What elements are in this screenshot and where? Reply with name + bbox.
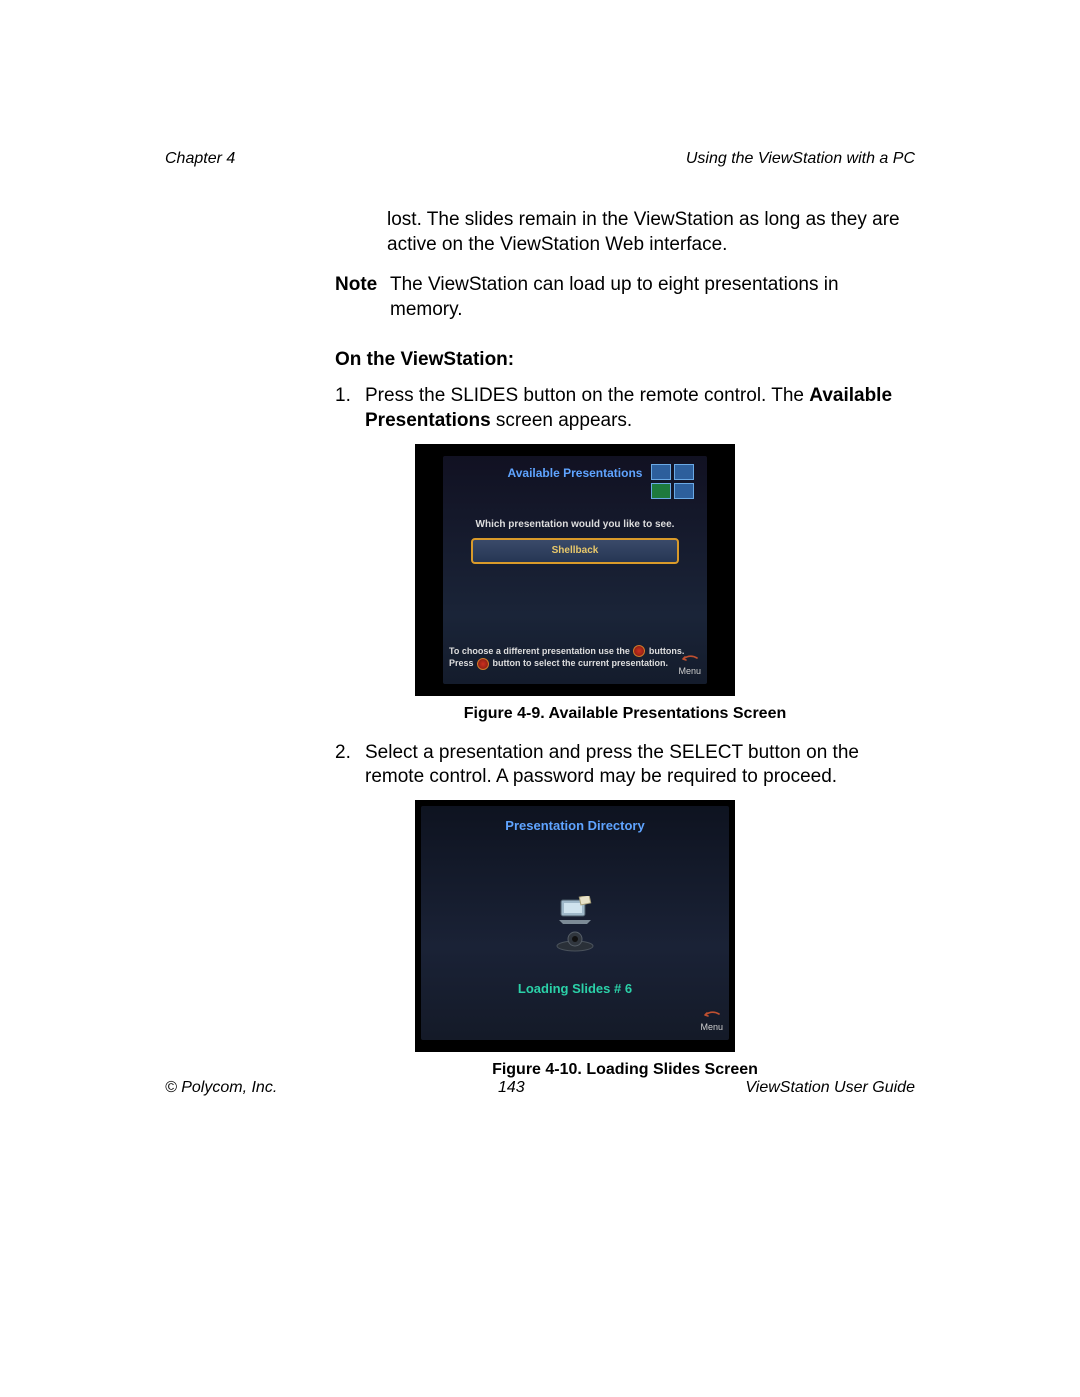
viewstation-device-icon: [554, 930, 596, 952]
thumbnail-icon: [674, 464, 694, 480]
note-label: Note: [335, 273, 390, 322]
step-1-text: Press the SLIDES button on the remote co…: [365, 384, 915, 433]
list-marker: 1.: [335, 384, 365, 433]
screen-hint: To choose a different presentation use t…: [449, 645, 701, 670]
remote-button-icon: [633, 645, 645, 657]
header-chapter: Chapter 4: [165, 150, 235, 168]
continuation-paragraph: lost. The slides remain in the ViewStati…: [387, 208, 915, 257]
screen-prompt: Which presentation would you like to see…: [443, 518, 707, 531]
back-arrow-icon: [701, 1011, 723, 1021]
loading-slides-screen: Presentation Directory: [415, 800, 735, 1052]
page-footer: © Polycom, Inc. 143 ViewStation User Gui…: [165, 1079, 915, 1097]
screen-title: Presentation Directory: [421, 806, 729, 835]
thumbnail-icon: [651, 483, 671, 499]
thumbnail-grid: [651, 464, 699, 499]
list-marker: 2.: [335, 741, 365, 790]
figure-4-9-caption: Figure 4-9. Available Presentations Scre…: [335, 704, 915, 725]
menu-indicator: Menu: [700, 1011, 723, 1034]
hint-text: Press: [449, 658, 476, 668]
header-section: Using the ViewStation with a PC: [686, 150, 915, 168]
footer-copyright: © Polycom, Inc.: [165, 1079, 277, 1097]
back-arrow-icon: [679, 655, 701, 665]
page-header: Chapter 4 Using the ViewStation with a P…: [165, 150, 915, 168]
computer-icon: [555, 896, 595, 926]
step-2-text: Select a presentation and press the SELE…: [365, 741, 915, 790]
step-1-post: screen appears.: [491, 410, 633, 431]
step-1-pre: Press the SLIDES button on the remote co…: [365, 385, 809, 406]
step-1: 1. Press the SLIDES button on the remote…: [335, 384, 915, 433]
figure-4-10-caption: Figure 4-10. Loading Slides Screen: [335, 1060, 915, 1081]
note-block: Note The ViewStation can load up to eigh…: [335, 273, 915, 322]
screen-inner: Presentation Directory: [421, 806, 729, 1040]
figure-4-10: Presentation Directory: [415, 800, 915, 1052]
screen-inner: Available Presentations Which presentati…: [443, 456, 707, 684]
footer-doc-title: ViewStation User Guide: [745, 1079, 915, 1097]
hint-text: buttons.: [646, 646, 684, 656]
remote-button-icon: [477, 658, 489, 670]
presentation-select-bar: Shellback: [471, 538, 679, 564]
loading-graphic: [421, 896, 729, 952]
loading-status-text: Loading Slides # 6: [421, 981, 729, 998]
hint-text: To choose a different presentation use t…: [449, 646, 632, 656]
document-page: Chapter 4 Using the ViewStation with a P…: [0, 0, 1080, 1397]
step-2: 2. Select a presentation and press the S…: [335, 741, 915, 790]
thumbnail-icon: [674, 483, 694, 499]
menu-label: Menu: [678, 666, 701, 676]
menu-label: Menu: [700, 1022, 723, 1032]
footer-page-number: 143: [498, 1079, 525, 1097]
page-content: lost. The slides remain in the ViewStati…: [165, 208, 915, 1081]
selected-presentation-name: Shellback: [552, 544, 599, 557]
note-text: The ViewStation can load up to eight pre…: [390, 273, 915, 322]
thumbnail-icon: [651, 464, 671, 480]
available-presentations-screen: Available Presentations Which presentati…: [415, 444, 735, 696]
figure-4-9: Available Presentations Which presentati…: [415, 444, 915, 696]
hint-text: button to select the current presentatio…: [490, 658, 668, 668]
section-heading: On the ViewStation:: [335, 348, 915, 373]
menu-indicator: Menu: [678, 655, 701, 678]
